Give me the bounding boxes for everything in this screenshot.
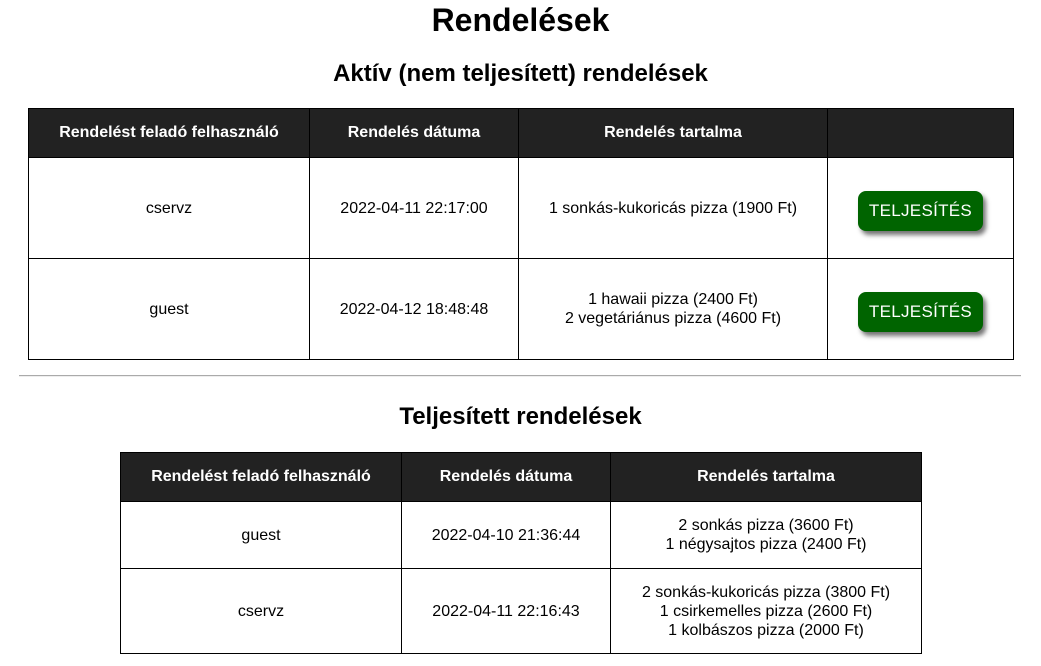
order-action-cell: TELJESÍTÉS [827,258,1014,360]
column-header-action [827,108,1014,158]
table-header-row: Rendelést feladó felhasználó Rendelés dá… [28,108,1014,158]
order-item: 1 négysajtos pizza (2400 Ft) [665,536,867,553]
table-row: cservz 2022-04-11 22:17:00 1 sonkás-kuko… [28,157,1014,259]
order-item: 2 sonkás-kukoricás pizza (3800 Ft) [641,583,891,601]
order-user: cservz [28,157,310,259]
order-action-cell: TELJESÍTÉS [827,157,1014,259]
order-item: 1 sonkás-kukoricás pizza (1900 Ft) [548,199,798,217]
order-item: 1 kolbászos pizza (2000 Ft) [668,621,864,639]
order-item: 2 vegetáriánus pizza (4600 Ft) [564,310,782,327]
completed-orders-title: Teljesített rendelések [399,403,642,430]
active-orders-title: Aktív (nem teljesített) rendelések [333,60,708,87]
order-item: 1 hawaii pizza (2400 Ft) [588,291,758,308]
complete-order-button[interactable]: TELJESÍTÉS [857,292,984,332]
order-item: 2 sonkás pizza (3600 Ft) [678,517,854,534]
column-header-date: Rendelés dátuma [309,108,519,158]
order-item: 1 csirkemelles pizza (2600 Ft) [659,602,873,620]
order-date: 2022-04-11 22:16:43 [401,568,611,654]
table-header-row: Rendelést feladó felhasználó Rendelés dá… [120,452,922,502]
column-header-content: Rendelés tartalma [610,452,922,502]
complete-order-button[interactable]: TELJESÍTÉS [857,191,984,231]
column-header-user: Rendelést feladó felhasználó [28,108,310,158]
page-title: Rendelések [431,2,610,38]
order-user: guest [120,501,402,569]
column-header-date: Rendelés dátuma [401,452,611,502]
order-content: 1 hawaii pizza (2400 Ft) 2 vegetáriánus … [518,258,828,360]
table-row: cservz 2022-04-11 22:16:43 2 sonkás-kuko… [120,568,922,654]
column-header-content: Rendelés tartalma [518,108,828,158]
order-content: 2 sonkás pizza (3600 Ft) 1 négysajtos pi… [610,501,922,569]
order-date: 2022-04-10 21:36:44 [401,501,611,569]
order-date: 2022-04-11 22:17:00 [309,157,519,259]
column-header-user: Rendelést feladó felhasználó [120,452,402,502]
table-row: guest 2022-04-12 18:48:48 1 hawaii pizza… [28,258,1014,360]
orders-page: Rendelések Aktív (nem teljesített) rende… [0,0,1041,666]
section-divider [19,375,1021,377]
order-content: 1 sonkás-kukoricás pizza (1900 Ft) [518,157,828,259]
completed-orders-table: Rendelést feladó felhasználó Rendelés dá… [120,452,922,654]
order-content: 2 sonkás-kukoricás pizza (3800 Ft) 1 csi… [610,568,922,654]
active-orders-table: Rendelést feladó felhasználó Rendelés dá… [28,108,1014,360]
order-date: 2022-04-12 18:48:48 [309,258,519,360]
table-row: guest 2022-04-10 21:36:44 2 sonkás pizza… [120,501,922,569]
order-user: guest [28,258,310,360]
order-user: cservz [120,568,402,654]
